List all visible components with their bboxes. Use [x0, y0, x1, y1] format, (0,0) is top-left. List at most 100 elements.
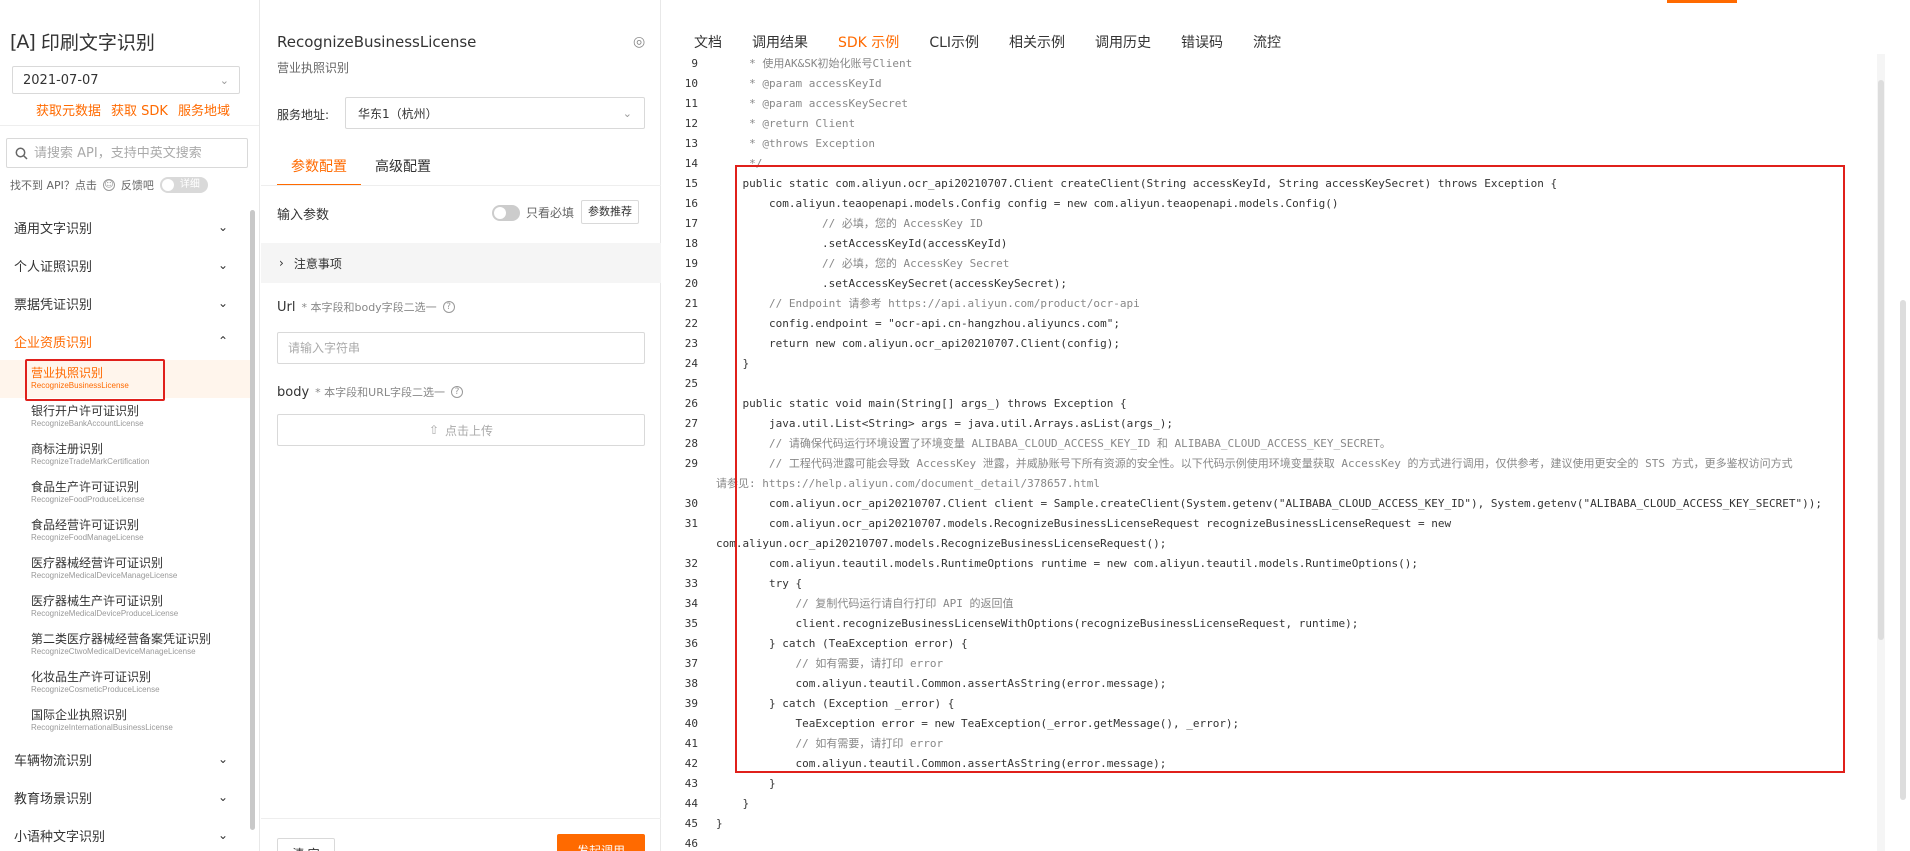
search-icon: [15, 147, 28, 160]
code-text: * @throws Exception: [716, 137, 875, 150]
api-search-box[interactable]: [6, 138, 248, 168]
code-line: 39 } catch (Exception _error) {: [678, 694, 1878, 714]
line-number: 19: [684, 257, 698, 270]
menu-category-label: 票据凭证识别: [14, 297, 93, 313]
menu-item-label: 食品经营许可证识别: [31, 518, 140, 532]
menu-item-active[interactable]: 营业执照识别 RecognizeBusinessLicense: [0, 360, 250, 398]
chevron-down-icon: ⌄: [217, 296, 228, 310]
page-scrollbar[interactable]: [1900, 300, 1906, 800]
notice-collapse[interactable]: › 注意事项: [261, 243, 661, 283]
line-number: 45: [684, 817, 698, 830]
menu-item[interactable]: 食品经营许可证识别 RecognizeFoodManageLicense: [0, 512, 250, 550]
menu-category[interactable]: 通用文字识别 ⌄: [0, 208, 250, 246]
param-recommend-button[interactable]: 参数推荐: [581, 200, 639, 224]
clear-button[interactable]: 清 空: [277, 838, 335, 851]
result-tab[interactable]: 流控: [1253, 32, 1281, 52]
detail-toggle[interactable]: 详细: [159, 177, 208, 193]
line-number: 36: [684, 637, 698, 650]
line-number: 33: [684, 577, 698, 590]
body-field-label: body * 本字段和URL字段二选一 ?: [277, 384, 463, 400]
line-number: 23: [684, 337, 698, 350]
api-search-input[interactable]: [34, 145, 234, 161]
endpoint-select[interactable]: 华东1（杭州） ⌄: [345, 97, 645, 129]
result-tab[interactable]: 调用历史: [1095, 32, 1151, 52]
menu-item[interactable]: 医疗器械经营许可证识别 RecognizeMedicalDeviceManageL…: [0, 550, 250, 588]
menu-item-api-name: RecognizeInternationalBusinessLicense: [31, 723, 173, 732]
invoke-button[interactable]: 发起调用: [557, 834, 645, 851]
code-line: 15 public static com.aliyun.ocr_api20210…: [678, 174, 1878, 194]
params-panel: RecognizeBusinessLicense 营业执照识别 ◎ 服务地址: …: [261, 0, 661, 851]
line-number: 28: [684, 437, 698, 450]
get-metadata-link[interactable]: 获取元数据: [36, 100, 101, 119]
required-only-toggle[interactable]: [492, 204, 520, 221]
code-text: } catch (TeaException error) {: [716, 637, 968, 650]
code-line: 26 public static void main(String[] args…: [678, 394, 1878, 414]
menu-item[interactable]: 医疗器械生产许可证识别 RecognizeMedicalDeviceProduce…: [0, 588, 250, 626]
code-text: // 复制代码运行请自行打印 API 的返回值: [716, 597, 1014, 610]
body-hint: * 本字段和URL字段二选一: [315, 386, 445, 399]
version-value: 2021-07-07: [23, 72, 99, 88]
result-tab[interactable]: 调用结果: [752, 32, 808, 52]
service-region-link[interactable]: 服务地域: [178, 100, 230, 119]
result-tab[interactable]: 文档: [694, 32, 722, 52]
body-label: body: [277, 384, 310, 400]
help-icon[interactable]: ?: [442, 301, 455, 313]
code-line: 44 }: [678, 794, 1878, 814]
menu-item[interactable]: 化妆品生产许可证识别 RecognizeCosmeticProduceLicens…: [0, 664, 250, 702]
menu-category-label: 企业资质识别: [14, 335, 93, 351]
code-line: 14 */: [678, 154, 1878, 174]
required-only-label: 只看必填: [526, 206, 575, 220]
result-tab[interactable]: SDK 示例: [838, 32, 899, 52]
upload-icon: ⇧: [428, 423, 440, 437]
code-line: 10 * @param accessKeyId: [678, 74, 1878, 94]
result-tab[interactable]: 相关示例: [1009, 32, 1065, 52]
menu-category[interactable]: 车辆物流识别 ⌄: [0, 740, 250, 778]
url-input[interactable]: [277, 332, 645, 364]
code-line: 18 .setAccessKeyId(accessKeyId): [678, 234, 1878, 254]
chevron-down-icon: ⌄: [217, 752, 228, 766]
code-text: }: [716, 797, 750, 810]
line-number: 26: [684, 397, 698, 410]
line-number: 30: [684, 497, 698, 510]
menu-item[interactable]: 第二类医疗器械经营备案凭证识别 RecognizeCtwoMedicalDevic…: [0, 626, 250, 664]
feedback-link[interactable]: 反馈吧: [121, 177, 154, 193]
tab-param-config[interactable]: 参数配置: [277, 148, 361, 186]
menu-category-open[interactable]: 企业资质识别 ⌃: [0, 322, 250, 360]
result-tab[interactable]: 错误码: [1181, 32, 1223, 52]
menu-item-label: 医疗器械经营许可证识别: [31, 556, 164, 570]
result-tab[interactable]: CLI示例: [929, 32, 979, 52]
line-number: 15: [684, 177, 698, 190]
line-number: 27: [684, 417, 698, 430]
input-params-title: 输入参数: [277, 208, 330, 223]
result-tabs: 文档 调用结果 SDK 示例 CLI示例 相关示例 调用历史 错误码 流控: [694, 32, 1281, 52]
code-line: 31 com.aliyun.ocr_api20210707.models.Rec…: [678, 514, 1878, 554]
code-line: 30 com.aliyun.ocr_api20210707.Client cli…: [678, 494, 1878, 514]
menu-category-label: 通用文字识别: [14, 221, 93, 237]
tab-advanced-config[interactable]: 高级配置: [361, 148, 445, 186]
get-sdk-link[interactable]: 获取 SDK: [111, 100, 168, 119]
menu-category[interactable]: 个人证照识别 ⌄: [0, 246, 250, 284]
top-accent-bar: [1667, 0, 1737, 3]
help-icon[interactable]: ?: [450, 386, 463, 398]
code-line: 45}: [678, 814, 1878, 834]
menu-item[interactable]: 商标注册识别 RecognizeTradeMarkCertification: [0, 436, 250, 474]
code-text: com.aliyun.teautil.Common.assertAsString…: [716, 677, 1167, 690]
menu-category[interactable]: 票据凭证识别 ⌄: [0, 284, 250, 322]
menu-item-api-name: RecognizeFoodManageLicense: [31, 533, 144, 542]
menu-item-label: 医疗器械生产许可证识别: [31, 594, 164, 608]
menu-item-api-name: RecognizeCtwoMedicalDeviceManageLicense: [31, 647, 196, 656]
upload-button[interactable]: ⇧ 点击上传: [277, 414, 645, 446]
menu-item-api-name: RecognizeFoodProduceLicense: [31, 495, 145, 504]
line-number: 20: [684, 277, 698, 290]
menu-category[interactable]: 教育场景识别 ⌄: [0, 778, 250, 816]
sidebar-scrollbar[interactable]: [250, 210, 255, 830]
menu-item[interactable]: 银行开户许可证识别 RecognizeBankAccountLicense: [0, 398, 250, 436]
code-scrollbar[interactable]: [1878, 80, 1884, 640]
settings-icon[interactable]: ◎: [633, 34, 645, 50]
menu-item[interactable]: 国际企业执照识别 RecognizeInternationalBusinessLi…: [0, 702, 250, 740]
menu-category[interactable]: 小语种文字识别 ⌄: [0, 816, 250, 851]
menu-item[interactable]: 食品生产许可证识别 RecognizeFoodProduceLicense: [0, 474, 250, 512]
version-select[interactable]: 2021-07-07 ⌄: [12, 66, 240, 94]
line-number: 35: [684, 617, 698, 630]
